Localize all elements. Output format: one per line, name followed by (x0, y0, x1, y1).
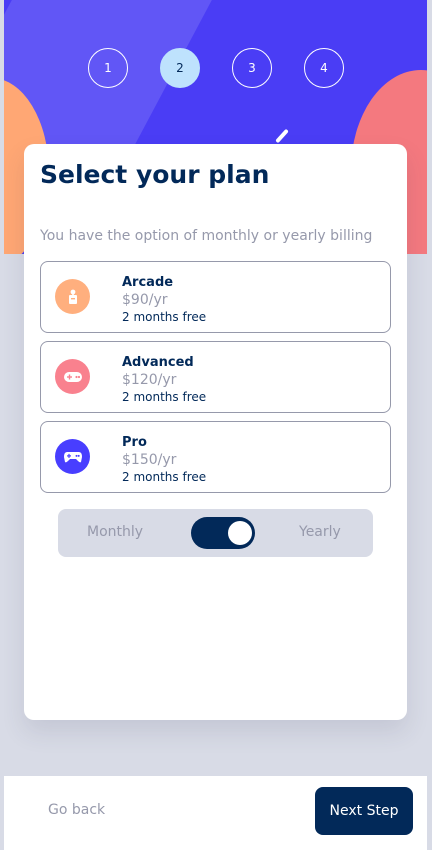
plan-option-pro[interactable]: Pro $150/yr 2 months free (40, 421, 391, 493)
toggle-knob (228, 521, 252, 545)
footer-bar: Go back Next Step (4, 776, 427, 850)
plan-name: Advanced (122, 355, 194, 370)
step-1[interactable]: 1 (88, 48, 128, 88)
pro-icon (55, 439, 90, 474)
billing-toggle[interactable] (191, 517, 255, 549)
plan-price: $150/yr (122, 452, 177, 468)
plan-price: $120/yr (122, 372, 177, 388)
next-step-button[interactable]: Next Step (315, 787, 413, 835)
plan-option-arcade[interactable]: Arcade $90/yr 2 months free (40, 261, 391, 333)
step-2[interactable]: 2 (160, 48, 200, 88)
page-title: Select your plan (40, 160, 270, 189)
arcade-icon (55, 279, 90, 314)
plan-card: Select your plan You have the option of … (24, 144, 407, 720)
plan-price: $90/yr (122, 292, 168, 308)
page-subtitle: You have the option of monthly or yearly… (40, 228, 373, 244)
step-3[interactable]: 3 (232, 48, 272, 88)
advanced-icon (55, 359, 90, 394)
hero-decoration (275, 128, 289, 144)
app-frame: 1 2 3 4 Select your plan You have the op… (4, 0, 427, 850)
step-4[interactable]: 4 (304, 48, 344, 88)
step-indicator: 1 2 3 4 (88, 48, 348, 88)
plan-promo: 2 months free (122, 310, 207, 324)
plan-name: Pro (122, 435, 147, 450)
plan-name: Arcade (122, 275, 174, 290)
plan-promo: 2 months free (122, 470, 207, 484)
monthly-label[interactable]: Monthly (87, 524, 143, 540)
go-back-button[interactable]: Go back (48, 802, 105, 818)
plan-promo: 2 months free (122, 390, 207, 404)
billing-toggle-bar: Monthly Yearly (58, 509, 373, 557)
yearly-label[interactable]: Yearly (299, 524, 341, 540)
plan-option-advanced[interactable]: Advanced $120/yr 2 months free (40, 341, 391, 413)
